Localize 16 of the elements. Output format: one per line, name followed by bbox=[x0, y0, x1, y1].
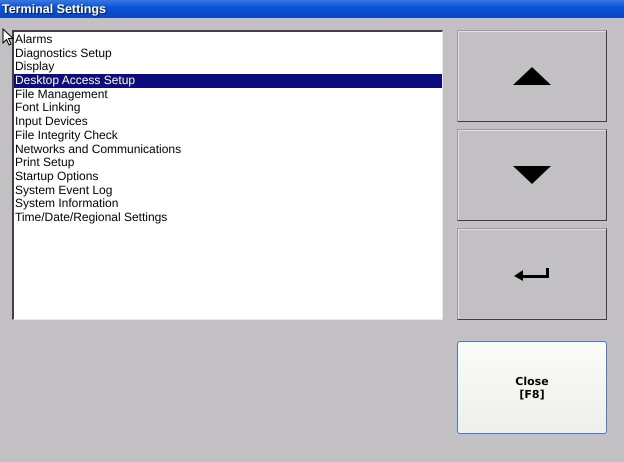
list-item[interactable]: Networks and Communications bbox=[14, 142, 442, 156]
list-item[interactable]: File Management bbox=[14, 88, 442, 102]
list-item[interactable]: File Integrity Check bbox=[14, 128, 442, 142]
list-item[interactable]: Diagnostics Setup bbox=[14, 46, 442, 60]
list-item[interactable]: Time/Date/Regional Settings bbox=[14, 210, 442, 225]
list-item[interactable]: Font Linking bbox=[14, 101, 442, 116]
window-title: Terminal Settings bbox=[2, 2, 106, 16]
list-item[interactable]: Startup Options bbox=[14, 170, 442, 184]
list-item[interactable]: Display bbox=[14, 60, 442, 74]
list-item[interactable]: Alarms bbox=[14, 33, 442, 47]
list-item[interactable]: System Information bbox=[14, 197, 442, 211]
list-item[interactable]: Print Setup bbox=[14, 156, 442, 170]
list-item[interactable]: Input Devices bbox=[14, 115, 442, 129]
list-item[interactable]: System Event Log bbox=[14, 184, 442, 198]
close-button[interactable]: Close [F8] bbox=[457, 341, 607, 434]
list-item[interactable]: Desktop Access Setup bbox=[14, 74, 442, 88]
